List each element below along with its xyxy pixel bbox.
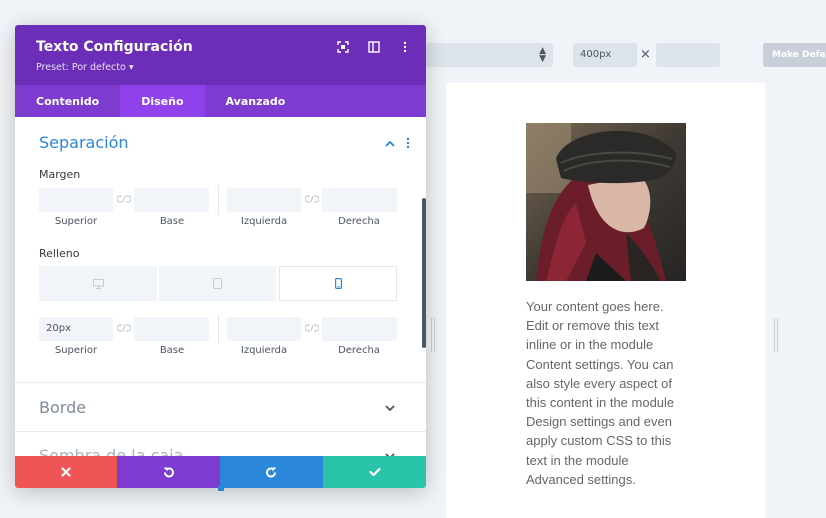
expand-icon[interactable] xyxy=(336,40,350,54)
link-icon[interactable] xyxy=(305,195,319,203)
resize-handle-left-line xyxy=(434,318,435,352)
tab-content[interactable]: Contenido xyxy=(15,85,120,117)
settings-content: Separación Margen Superior Base Izquierd… xyxy=(15,117,426,456)
border-section-title[interactable]: Borde xyxy=(39,398,86,417)
preset-select[interactable]: ▲ ▼ xyxy=(426,43,553,67)
resize-handle-left[interactable] xyxy=(431,318,432,352)
margin-bottom-label: Base xyxy=(159,216,185,227)
desktop-icon xyxy=(92,278,104,289)
padding-bottom-input[interactable] xyxy=(134,317,209,341)
height-input[interactable] xyxy=(656,43,720,67)
margin-top-input[interactable] xyxy=(39,188,113,212)
device-tab-desktop[interactable] xyxy=(39,266,157,301)
padding-top-label: Superior xyxy=(54,345,98,356)
phone-icon xyxy=(334,278,342,289)
width-input[interactable]: 400px xyxy=(573,43,637,67)
spacing-section-title[interactable]: Separación xyxy=(39,133,129,152)
chevron-up-icon[interactable] xyxy=(384,138,396,150)
padding-top-input[interactable]: 20px xyxy=(39,317,113,341)
make-default-button[interactable]: Make Default xyxy=(763,43,826,67)
padding-right-label: Derecha xyxy=(338,345,380,356)
split-view-icon[interactable] xyxy=(367,40,381,54)
link-icon[interactable] xyxy=(305,324,319,332)
check-icon xyxy=(368,467,381,477)
modal-footer xyxy=(15,456,426,488)
save-button[interactable] xyxy=(323,456,426,488)
settings-modal: Texto Configuración Preset: Por defecto … xyxy=(15,25,426,488)
padding-left-input[interactable] xyxy=(227,317,301,341)
select-arrows-icon: ▲ ▼ xyxy=(539,46,546,64)
padding-bottom-label: Base xyxy=(159,345,185,356)
preview-body-text[interactable]: Your content goes here. Edit or remove t… xyxy=(526,297,688,489)
times-icon: × xyxy=(640,47,651,62)
margin-bottom-input[interactable] xyxy=(134,188,209,212)
tab-design[interactable]: Diseño xyxy=(120,85,205,117)
device-tab-phone[interactable] xyxy=(279,266,397,301)
preview-canvas: Your content goes here. Edit or remove t… xyxy=(446,83,765,518)
preset-dropdown[interactable]: Preset: Por defecto ▾ xyxy=(36,62,134,73)
margin-top-label: Superior xyxy=(54,216,98,227)
focus-indicator xyxy=(218,486,224,491)
field-separator xyxy=(218,185,219,215)
tablet-icon xyxy=(213,278,222,289)
redo-button[interactable] xyxy=(220,456,323,488)
margin-label: Margen xyxy=(39,168,81,181)
margin-left-input[interactable] xyxy=(227,188,301,212)
section-menu-icon[interactable] xyxy=(406,137,410,149)
close-icon xyxy=(61,467,71,477)
modal-header[interactable]: Texto Configuración Preset: Por defecto … xyxy=(15,25,426,85)
margin-left-label: Izquierda xyxy=(240,216,288,227)
redo-icon xyxy=(266,466,277,477)
padding-left-label: Izquierda xyxy=(240,345,288,356)
resize-handle-right-line xyxy=(777,318,778,352)
section-divider xyxy=(15,382,426,383)
preview-photo xyxy=(526,123,686,281)
resize-handle-right[interactable] xyxy=(774,318,775,352)
undo-icon xyxy=(163,466,174,477)
tab-advanced[interactable]: Avanzado xyxy=(205,85,307,117)
padding-label: Relleno xyxy=(39,247,80,260)
settings-tabs: Contenido Diseño Avanzado xyxy=(15,85,426,117)
section-divider xyxy=(15,431,426,432)
undo-button[interactable] xyxy=(117,456,220,488)
cancel-button[interactable] xyxy=(15,456,117,488)
device-tab-tablet[interactable] xyxy=(159,266,276,301)
chevron-down-icon[interactable] xyxy=(384,402,396,414)
margin-right-input[interactable] xyxy=(322,188,397,212)
link-icon[interactable] xyxy=(117,195,131,203)
modal-title: Texto Configuración xyxy=(36,39,193,55)
box-shadow-section-title[interactable]: Sombra de la caja xyxy=(39,446,183,456)
field-separator xyxy=(218,314,219,344)
more-options-icon[interactable] xyxy=(398,40,412,54)
margin-right-label: Derecha xyxy=(338,216,380,227)
padding-right-input[interactable] xyxy=(322,317,397,341)
scrollbar-thumb[interactable] xyxy=(422,198,426,348)
link-icon[interactable] xyxy=(117,324,131,332)
